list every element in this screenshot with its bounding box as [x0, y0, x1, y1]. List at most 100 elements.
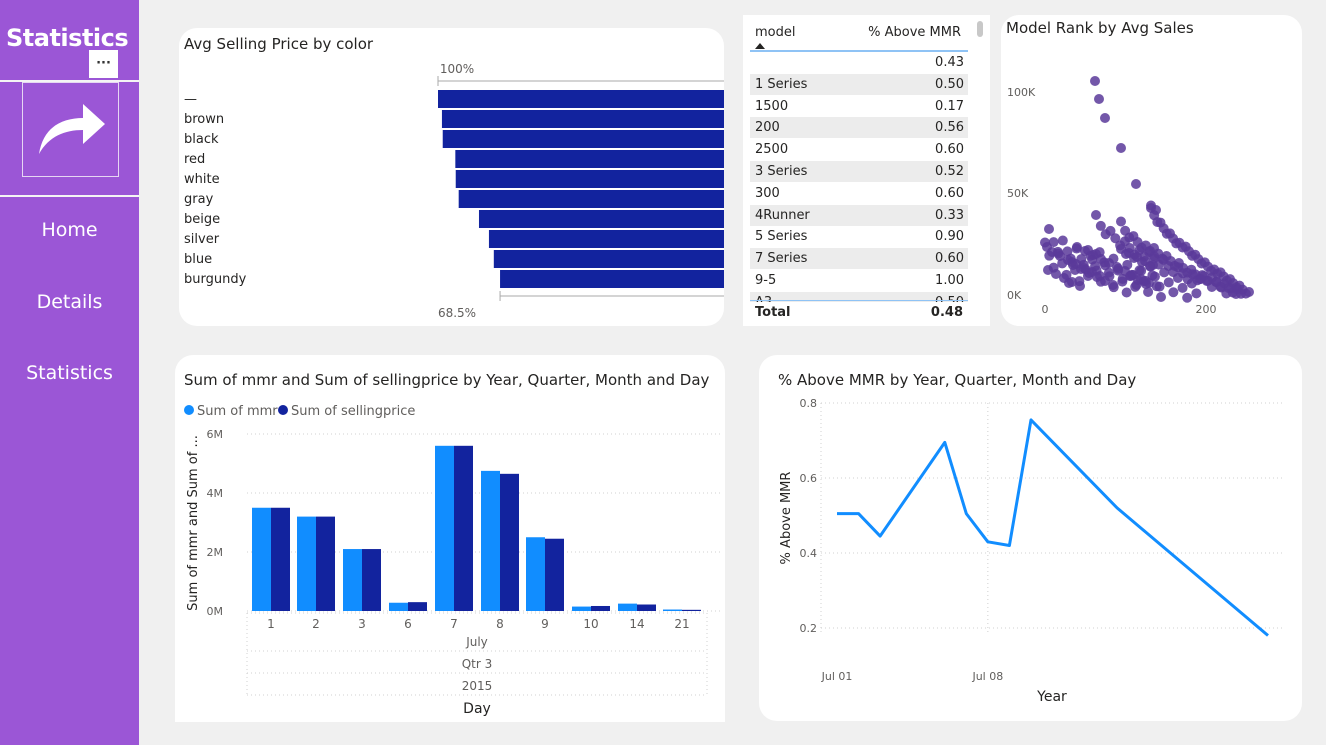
- table-row[interactable]: 1 Series 0.50: [750, 73, 968, 95]
- bar: [343, 549, 362, 611]
- more-options-button[interactable]: ···: [89, 50, 118, 78]
- scatter-point: [1057, 235, 1068, 246]
- share-arrow-icon: [38, 103, 105, 154]
- funnel-category-label: beige: [184, 212, 220, 227]
- bar: [481, 470, 500, 611]
- funnel-category-label: red: [184, 152, 205, 167]
- x-year-label: 2015: [462, 679, 493, 693]
- table-row[interactable]: 9-5 1.00: [750, 270, 968, 291]
- scatter-point: [1121, 287, 1132, 298]
- scatter-point: [1196, 274, 1206, 284]
- scatter-point: [1186, 278, 1197, 289]
- x-tick-label: 14: [629, 617, 644, 631]
- line-chart-card[interactable]: % Above MMR by Year, Quarter, Month and …: [759, 355, 1302, 721]
- y-tick-label: 0.8: [800, 397, 818, 410]
- x-tick-label: 7: [450, 617, 458, 631]
- scatter-point: [1163, 277, 1174, 288]
- scatter-point: [1068, 260, 1078, 270]
- table-row[interactable]: 5 Series 0.90: [750, 226, 968, 247]
- bar: [362, 549, 381, 611]
- nav-details[interactable]: Details: [0, 291, 139, 313]
- funnel-bar: [500, 270, 724, 288]
- scatter-point: [1072, 242, 1082, 252]
- model-table[interactable]: model % Above MMR 0.43 1 Series 0.50 1500 0.…: [743, 15, 990, 326]
- table-row[interactable]: 2500 0.60: [750, 139, 968, 160]
- cell-above-mmr: 0.56: [935, 120, 964, 136]
- bar: [500, 473, 519, 611]
- y-axis-title: % Above MMR: [779, 472, 794, 565]
- scatter-point: [1177, 282, 1188, 293]
- funnel-bar: [478, 210, 724, 228]
- total-divider: [750, 300, 968, 301]
- total-value: 0.48: [930, 305, 963, 320]
- funnel-bar: [488, 230, 724, 248]
- bar: [408, 602, 427, 611]
- table-row[interactable]: 7 Series 0.60: [750, 248, 968, 270]
- cell-above-mmr: 0.33: [935, 207, 964, 223]
- bar-chart-card[interactable]: Sum of mmr and Sum of sellingprice by Ye…: [175, 355, 725, 722]
- funnel-chart: 100%—brownblackredwhitegraybeigesilver74…: [184, 62, 724, 320]
- scatter-point: [1131, 179, 1141, 189]
- cell-above-mmr: 0.90: [935, 229, 964, 245]
- x-axis-title: Year: [1036, 689, 1067, 705]
- scatter-point: [1064, 278, 1074, 288]
- bar: [637, 604, 656, 611]
- nav-statistics[interactable]: Statistics: [0, 362, 139, 384]
- table-row[interactable]: 4Runner 0.33: [750, 204, 968, 226]
- y-tick-label: 4M: [207, 487, 224, 500]
- divider: [0, 195, 139, 197]
- nav-home[interactable]: Home: [0, 219, 139, 241]
- bar: [454, 445, 473, 611]
- bar: [618, 603, 637, 611]
- scatter-point: [1043, 265, 1053, 275]
- scatter-point: [1094, 94, 1104, 104]
- cell-above-mmr: 0.52: [935, 164, 964, 179]
- bar: [545, 538, 564, 611]
- table-row[interactable]: 200 0.56: [750, 117, 968, 139]
- col-header-model[interactable]: model: [755, 25, 795, 40]
- bar: [297, 516, 316, 611]
- x-month-label: July: [465, 635, 488, 649]
- cell-model: 5 Series: [755, 229, 808, 245]
- scatter-point: [1116, 143, 1126, 153]
- x-axis-title: Day: [463, 701, 491, 717]
- table-row[interactable]: 300 0.60: [750, 183, 968, 204]
- cell-model: 1500: [755, 98, 789, 114]
- legend-label: Sum of sellingprice: [291, 404, 415, 419]
- funnel-category-label: —: [184, 92, 197, 107]
- funnel-category-label: black: [184, 132, 219, 147]
- cell-model: 2500: [755, 142, 789, 158]
- cell-above-mmr: 0.43: [935, 55, 964, 70]
- x-tick-label: 6: [404, 617, 412, 631]
- scatter-point: [1125, 271, 1135, 281]
- cell-above-mmr: 0.60: [935, 142, 964, 158]
- funnel-bar: [458, 190, 724, 208]
- table-row[interactable]: 0.43: [750, 52, 968, 73]
- cell-model: 7 Series: [755, 251, 808, 267]
- bar: [389, 602, 408, 611]
- bar: [663, 609, 682, 611]
- cell-above-mmr: 0.60: [935, 185, 964, 201]
- cell-above-mmr: 0.17: [935, 98, 964, 114]
- funnel-bar: [438, 90, 724, 108]
- funnel-bar: [455, 170, 724, 188]
- scatter-point: [1182, 292, 1193, 303]
- funnel-category-label: burgundy: [184, 272, 247, 287]
- table-row[interactable]: 1500 0.17: [750, 96, 968, 117]
- funnel-card[interactable]: Avg Selling Price by color 100% — brown bla…: [179, 28, 724, 326]
- x-tick-label: 8: [496, 617, 504, 631]
- scatter-card[interactable]: Model Rank by Avg Sales 100K 50K 0K 0 200: [1001, 15, 1302, 326]
- scatter-point: [1172, 272, 1183, 283]
- table-row[interactable]: 3 Series 0.52: [750, 161, 968, 182]
- col-header-above-mmr[interactable]: % Above MMR: [868, 25, 961, 40]
- table-scrollbar[interactable]: [977, 21, 983, 37]
- scatter-point: [1121, 249, 1131, 259]
- legend-swatch: [184, 405, 194, 415]
- scatter-x-tick: 200: [1196, 303, 1217, 316]
- y-tick-label: 6M: [207, 428, 224, 441]
- scatter-y-tick: 100K: [1007, 86, 1036, 99]
- cell-above-mmr: 0.50: [935, 76, 964, 92]
- funnel-top-label: 100%: [440, 62, 474, 76]
- funnel-bar: [442, 130, 724, 148]
- share-button[interactable]: [22, 82, 119, 177]
